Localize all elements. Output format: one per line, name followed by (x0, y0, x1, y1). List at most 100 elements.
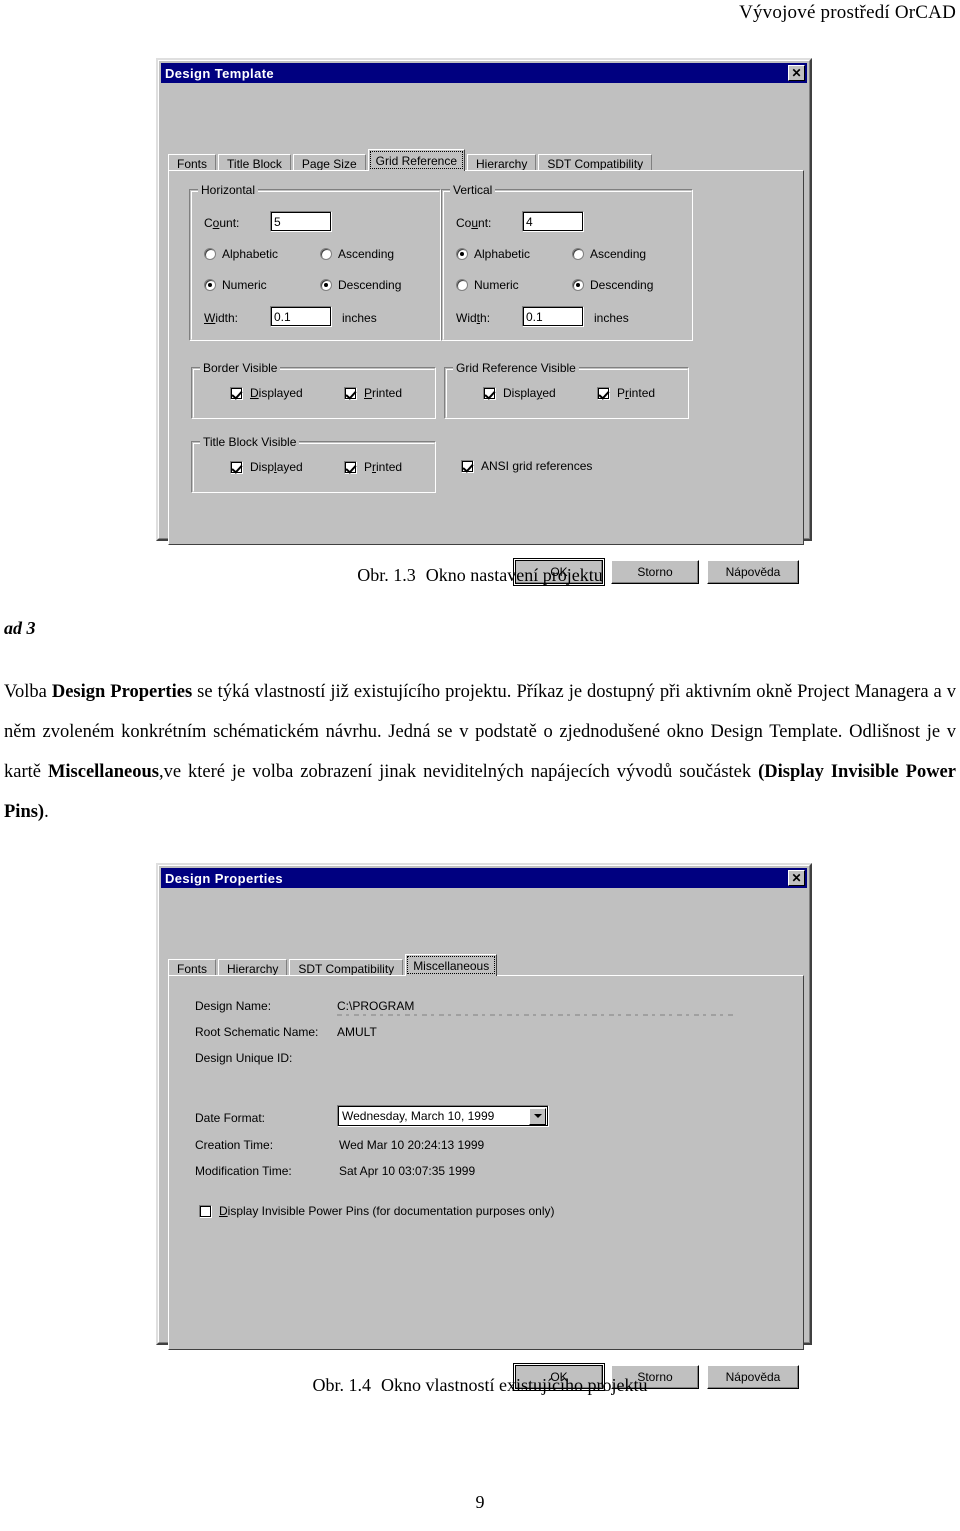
checkbox-label: Printed (364, 386, 403, 400)
vertical-alphabetic-radio[interactable]: Alphabetic (456, 247, 530, 261)
horizontal-group-title: Horizontal (198, 183, 259, 197)
body-paragraph: Volba Design Properties se týká vlastnos… (4, 672, 956, 832)
creation-time-value: Wed Mar 10 20:24:13 1999 (339, 1138, 485, 1152)
tab-label: SDT Compatibility (298, 962, 395, 976)
design-properties-title: Design Properties (165, 870, 284, 886)
title-block-displayed-checkbox[interactable]: Displayed (230, 460, 303, 474)
figure2-caption: Obr. 1.4 Okno vlastností existujícího pro… (0, 1375, 960, 1396)
tab-label: Fonts (177, 157, 208, 171)
vertical-group: Vertical Count: 4 Alphabetic Ascending N… (441, 183, 693, 341)
grid-displayed-checkbox[interactable]: Displayed (483, 386, 556, 400)
checkbox-label: ANSI grid references (481, 459, 593, 473)
grid-reference-tab-page: Horizontal Count: 5 Alphabetic Ascending… (168, 170, 804, 545)
horizontal-ascending-radio[interactable]: Ascending (320, 247, 394, 261)
grid-reference-visible-group-title: Grid Reference Visible (453, 361, 579, 375)
close-icon[interactable]: ✕ (788, 870, 805, 886)
tab-grid-reference[interactable]: Grid Reference (367, 149, 465, 171)
title-block-visible-group: Title Block Visible Displayed Printed (191, 435, 436, 493)
horizontal-count-value: 5 (274, 214, 281, 229)
checkbox-indicator (199, 1204, 212, 1218)
radio-indicator (456, 279, 468, 291)
border-visible-group-title: Border Visible (200, 361, 281, 375)
radio-indicator (320, 279, 332, 291)
paragraph-part-3: ,ve které je volba zobrazení jinak nevid… (158, 762, 759, 782)
border-displayed-checkbox[interactable]: Displayed (230, 386, 303, 400)
horizontal-alphabetic-radio[interactable]: Alphabetic (204, 247, 278, 261)
checkbox-label: Printed (617, 386, 656, 400)
radio-indicator (204, 279, 216, 291)
vertical-numeric-radio[interactable]: Numeric (456, 278, 519, 292)
border-visible-group: Border Visible Displayed Printed (191, 361, 436, 419)
horizontal-width-units: inches (342, 311, 377, 325)
paragraph-part-4: . (44, 802, 49, 822)
modification-time-label: Modification Time: (195, 1164, 292, 1178)
tab-label: Hierarchy (476, 157, 528, 171)
radio-indicator (572, 279, 584, 291)
radio-label: Descending (590, 278, 654, 292)
checkbox-indicator (344, 460, 357, 474)
radio-label: Numeric (474, 278, 519, 292)
radio-indicator (572, 248, 584, 260)
title-block-printed-checkbox[interactable]: Printed (344, 460, 402, 474)
page-running-head: Vývojové prostředí OrCAD (739, 2, 956, 23)
ad-label: ad 3 (4, 618, 36, 638)
horizontal-group: Horizontal Count: 5 Alphabetic Ascending… (189, 183, 441, 341)
close-icon[interactable]: ✕ (788, 65, 805, 81)
border-printed-checkbox[interactable]: Printed (344, 386, 402, 400)
creation-time-label: Creation Time: (195, 1138, 274, 1152)
tab-label: Page Size (301, 157, 357, 171)
radio-label: Ascending (338, 247, 395, 261)
vertical-descending-radio[interactable]: Descending (572, 278, 653, 292)
figure1-caption-text: Okno nastavení projektu (425, 565, 603, 585)
checkbox-label: Displayed (503, 386, 556, 400)
vertical-group-title: Vertical (450, 183, 496, 197)
horizontal-width-input[interactable]: 0.1 (270, 306, 332, 327)
grid-printed-checkbox[interactable]: Printed (597, 386, 655, 400)
vertical-ascending-radio[interactable]: Ascending (572, 247, 646, 261)
design-template-tabstrip: Fonts Title Block Page Size Grid Referen… (168, 149, 804, 173)
vertical-count-value: 4 (526, 214, 533, 229)
date-format-label: Date Format: (195, 1111, 266, 1125)
horizontal-numeric-radio[interactable]: Numeric (204, 278, 267, 292)
checkbox-indicator (230, 386, 243, 400)
radio-label: Numeric (222, 278, 267, 292)
vertical-width-input[interactable]: 0.1 (522, 306, 584, 327)
horizontal-descending-radio[interactable]: Descending (320, 278, 401, 292)
horizontal-count-input[interactable]: 5 (270, 211, 332, 232)
vertical-count-input[interactable]: 4 (522, 211, 584, 232)
radio-label: Descending (338, 278, 402, 292)
design-template-title: Design Template (165, 65, 275, 81)
display-invisible-power-pins-checkbox[interactable]: Display Invisible Power Pins (for docume… (199, 1204, 555, 1218)
checkbox-indicator (597, 386, 610, 400)
vertical-width-value: 0.1 (526, 309, 543, 324)
radio-label: Alphabetic (474, 247, 531, 261)
vertical-count-label: Count: (456, 216, 492, 230)
tab-label: Fonts (177, 962, 208, 976)
checkbox-indicator (344, 386, 357, 400)
design-properties-titlebar[interactable]: Design Properties ✕ (161, 868, 807, 888)
figure2-caption-text: Okno vlastností existujícího projektu (381, 1375, 648, 1395)
radio-indicator (456, 248, 468, 260)
design-name-value: C:\PROGRAM (337, 999, 415, 1013)
design-properties-term: Design Properties (51, 682, 193, 702)
ansi-grid-references-checkbox[interactable]: ANSI grid references (461, 459, 592, 473)
checkbox-indicator (230, 460, 243, 474)
design-unique-id-label: Design Unique ID: (195, 1051, 293, 1065)
root-schematic-name-label: Root Schematic Name: (195, 1025, 319, 1039)
figure1-caption: Obr. 1.3 Okno nastavení projektu (0, 565, 960, 586)
checkbox-label: Displayed (250, 386, 303, 400)
horizontal-count-label: Count: (204, 216, 240, 230)
date-format-value: Wednesday, March 10, 1999 (342, 1109, 495, 1123)
design-template-titlebar[interactable]: Design Template ✕ (161, 63, 807, 83)
checkbox-label: Displayed (250, 460, 303, 474)
tab-miscellaneous[interactable]: Miscellaneous (405, 954, 498, 976)
radio-label: Ascending (590, 247, 647, 261)
chevron-down-icon[interactable] (529, 1107, 546, 1125)
title-block-visible-group-title: Title Block Visible (200, 435, 300, 449)
checkbox-label: Printed (364, 460, 403, 474)
design-template-dialog: Design Template ✕ Fonts Title Block Page… (156, 58, 812, 586)
checkbox-indicator (483, 386, 496, 400)
design-name-overflow-artifact (337, 1014, 737, 1016)
date-format-combo[interactable]: Wednesday, March 10, 1999 (337, 1105, 549, 1127)
miscellaneous-tab-page: Design Name: C:\PROGRAM Root Schematic N… (168, 975, 804, 1350)
